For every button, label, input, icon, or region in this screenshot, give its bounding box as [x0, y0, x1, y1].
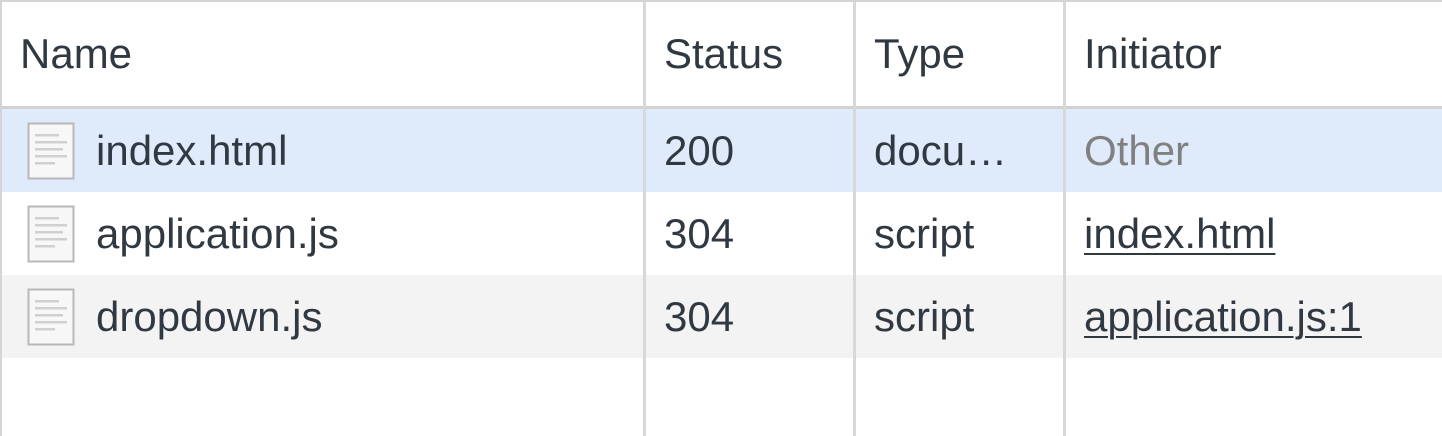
request-name: index.html [96, 127, 288, 174]
column-header-initiator[interactable]: Initiator [1084, 2, 1222, 106]
request-initiator-link[interactable]: index.html [1084, 192, 1440, 275]
column-header-status[interactable]: Status [664, 2, 783, 106]
document-icon [27, 205, 75, 263]
table-header: Name Status Type Initiator [2, 2, 1442, 109]
request-status: 200 [664, 127, 735, 174]
document-icon [27, 288, 75, 346]
request-row[interactable]: index.html 200 docu… Other [2, 109, 1442, 192]
request-status: 304 [664, 293, 735, 340]
request-type: script [874, 293, 975, 340]
network-requests-table: Name Status Type Initiator index.html 20… [0, 0, 1442, 436]
document-icon [27, 122, 75, 180]
request-row[interactable]: dropdown.js 304 script application.js:1 [2, 275, 1442, 358]
column-divider[interactable] [853, 2, 856, 436]
column-header-name[interactable]: Name [20, 2, 132, 106]
request-status: 304 [664, 210, 735, 257]
request-name: application.js [96, 210, 339, 257]
request-initiator: Other [1084, 127, 1190, 174]
request-type: script [874, 210, 975, 257]
request-type: docu… [874, 127, 1008, 174]
column-header-type[interactable]: Type [874, 2, 965, 106]
request-name: dropdown.js [96, 293, 323, 340]
request-row[interactable]: application.js 304 script index.html [2, 192, 1442, 275]
column-divider[interactable] [643, 2, 646, 436]
column-divider[interactable] [1063, 2, 1066, 436]
request-initiator-link[interactable]: application.js:1 [1084, 275, 1440, 358]
